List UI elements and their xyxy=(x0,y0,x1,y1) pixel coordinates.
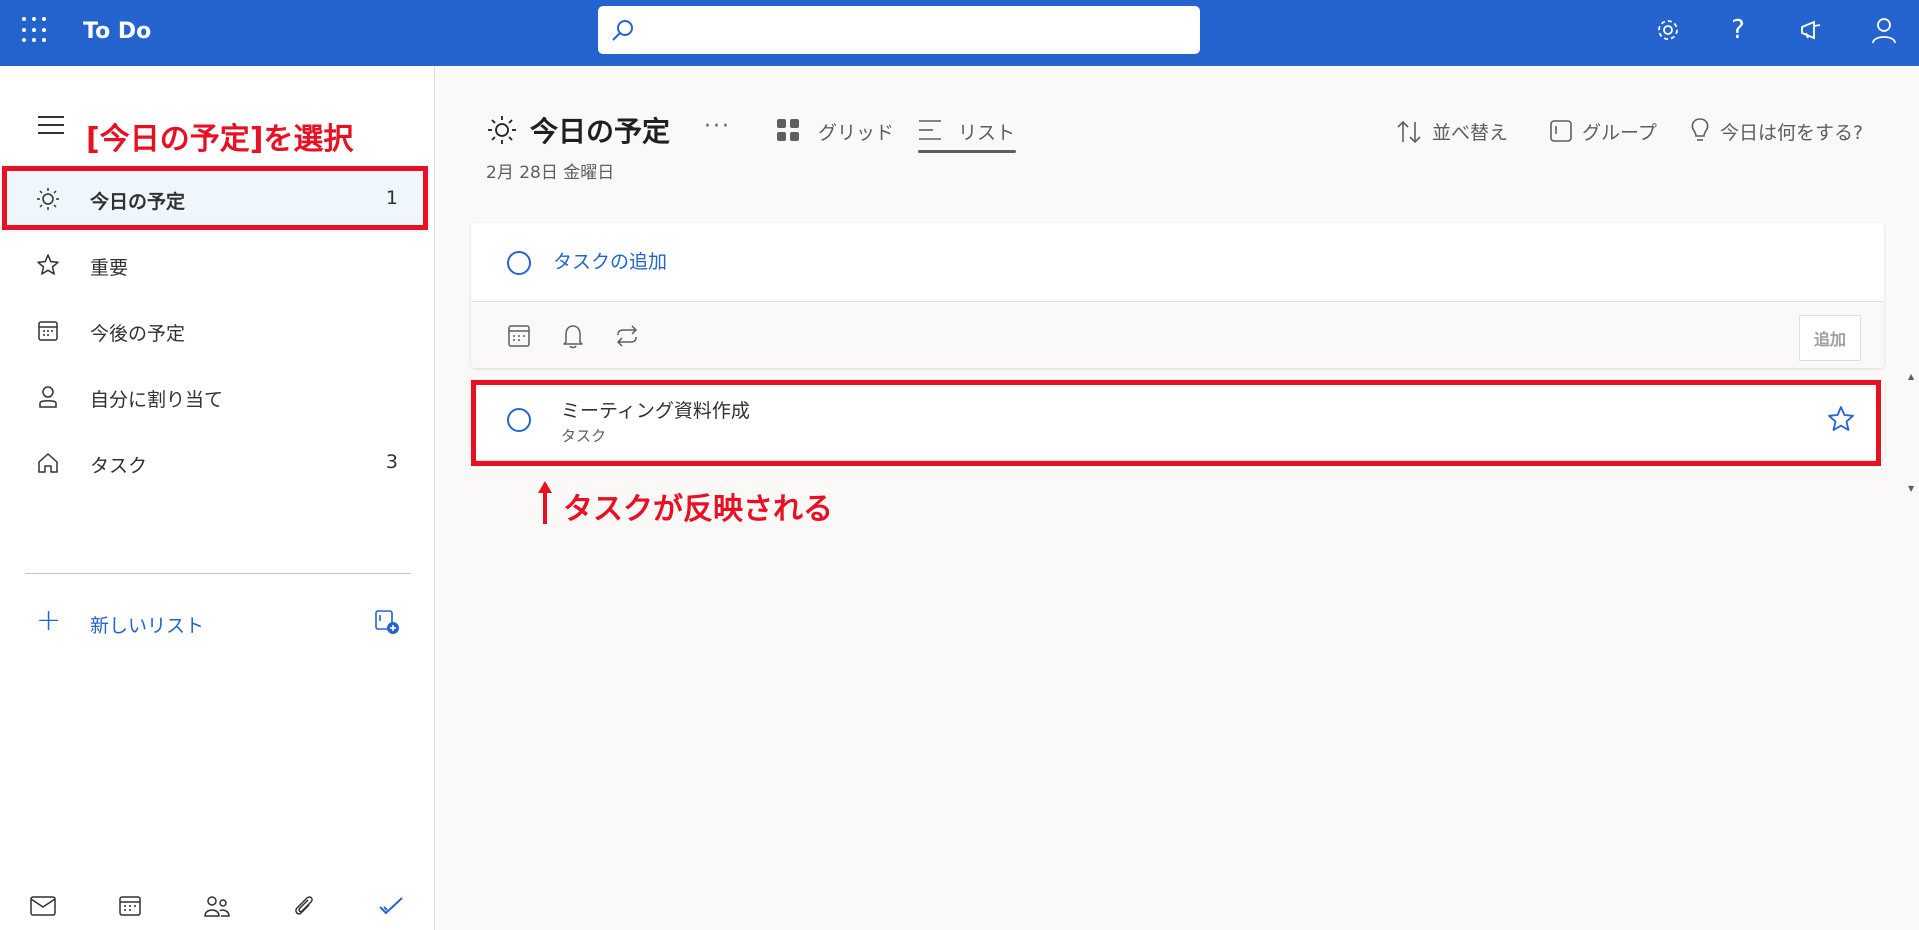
sun-icon xyxy=(37,188,59,210)
hamburger-menu-icon[interactable] xyxy=(38,116,64,140)
sidebar: [今日の予定]を選択 今日の予定 1 重要 今後の予定 自分に割り当て タスク … xyxy=(0,66,435,930)
new-group-icon[interactable] xyxy=(374,609,400,635)
sort-icon xyxy=(1397,120,1421,144)
page-title: 今日の予定 xyxy=(530,115,671,148)
top-bar: To Do ? xyxy=(0,0,1919,66)
annotation-arrow-icon xyxy=(538,481,552,524)
active-tab-indicator xyxy=(918,150,1016,153)
help-icon[interactable]: ? xyxy=(1722,14,1754,46)
app-title[interactable]: To Do xyxy=(83,19,151,44)
star-icon xyxy=(37,254,59,275)
calendar-icon xyxy=(38,321,58,341)
due-date-icon[interactable] xyxy=(506,323,532,349)
person-icon xyxy=(39,386,57,408)
sidebar-item-label: 重要 xyxy=(90,257,129,279)
more-options-button[interactable]: ··· xyxy=(704,114,731,139)
lightbulb-icon xyxy=(1691,118,1709,141)
suggestions-label: 今日は何をする? xyxy=(1720,122,1864,144)
search-input[interactable] xyxy=(644,16,1184,44)
list-icon xyxy=(919,120,941,140)
add-task-row[interactable] xyxy=(471,223,1884,302)
task-list-name: タスク xyxy=(561,427,607,445)
grid-icon xyxy=(777,119,799,141)
sun-icon xyxy=(488,116,516,144)
group-label: グループ xyxy=(1582,122,1657,144)
sidebar-item-tasks[interactable]: タスク 3 xyxy=(0,430,430,496)
new-list-button[interactable]: + 新しいリスト xyxy=(0,589,430,655)
annotation-task-reflected: タスクが反映される xyxy=(563,492,833,527)
search-icon xyxy=(612,20,633,41)
repeat-icon[interactable] xyxy=(614,323,640,349)
search-box[interactable] xyxy=(598,6,1200,54)
task-title: ミーティング資料作成 xyxy=(561,400,750,422)
sidebar-item-label: タスク xyxy=(90,455,148,477)
todo-check-icon[interactable] xyxy=(377,892,405,920)
home-icon xyxy=(38,453,58,473)
add-task-button[interactable]: 追加 xyxy=(1799,315,1861,361)
reminder-bell-icon[interactable] xyxy=(560,323,586,349)
sidebar-divider xyxy=(25,573,411,574)
sidebar-item-count: 1 xyxy=(385,187,398,209)
tab-grid[interactable]: グリッド xyxy=(776,112,894,156)
new-list-label: 新しいリスト xyxy=(90,615,205,637)
scroll-down-arrow[interactable]: ▼ xyxy=(1908,484,1914,493)
complete-task-circle-icon[interactable] xyxy=(507,408,531,432)
group-button[interactable]: グループ xyxy=(1550,114,1660,146)
sort-label: 並べ替え xyxy=(1432,122,1509,144)
scroll-up-arrow[interactable]: ▲ xyxy=(1908,372,1914,381)
group-icon xyxy=(1550,120,1572,142)
attach-icon[interactable] xyxy=(290,892,318,920)
sort-button[interactable]: 並べ替え xyxy=(1396,114,1516,146)
date-subtitle: 2月 28日 金曜日 xyxy=(486,163,615,183)
tab-label: リスト xyxy=(958,122,1016,144)
sidebar-item-label: 今日の予定 xyxy=(90,191,186,213)
sidebar-item-important[interactable]: 重要 xyxy=(0,232,430,298)
sidebar-item-planned[interactable]: 今後の予定 xyxy=(0,298,430,364)
calendar-icon[interactable] xyxy=(116,892,144,920)
feedback-icon[interactable] xyxy=(1795,14,1827,46)
app-switcher xyxy=(0,880,435,930)
star-icon[interactable] xyxy=(1826,404,1856,434)
sidebar-item-count: 3 xyxy=(385,451,398,473)
suggestions-button[interactable]: 今日は何をする? xyxy=(1690,114,1880,146)
add-task-toolbar: 追加 xyxy=(471,303,1884,368)
task-row[interactable]: ミーティング資料作成 タスク xyxy=(471,380,1884,460)
sidebar-item-assigned[interactable]: 自分に割り当て xyxy=(0,364,430,430)
sidebar-item-my-day[interactable]: 今日の予定 1 xyxy=(0,166,430,232)
sidebar-item-label: 自分に割り当て xyxy=(90,389,224,411)
add-task-circle-icon xyxy=(507,251,531,275)
waffle-icon[interactable] xyxy=(22,17,48,43)
tab-label: グリッド xyxy=(818,122,895,144)
account-icon[interactable] xyxy=(1868,14,1900,46)
sidebar-item-label: 今後の予定 xyxy=(90,323,186,345)
mail-icon[interactable] xyxy=(29,892,57,920)
plus-icon: + xyxy=(36,603,62,638)
add-task-card: 追加 xyxy=(471,223,1884,368)
people-icon[interactable] xyxy=(203,892,231,920)
add-task-input[interactable] xyxy=(553,247,1853,277)
settings-icon[interactable] xyxy=(1652,14,1684,46)
annotation-select-today: [今日の予定]を選択 xyxy=(86,122,354,157)
